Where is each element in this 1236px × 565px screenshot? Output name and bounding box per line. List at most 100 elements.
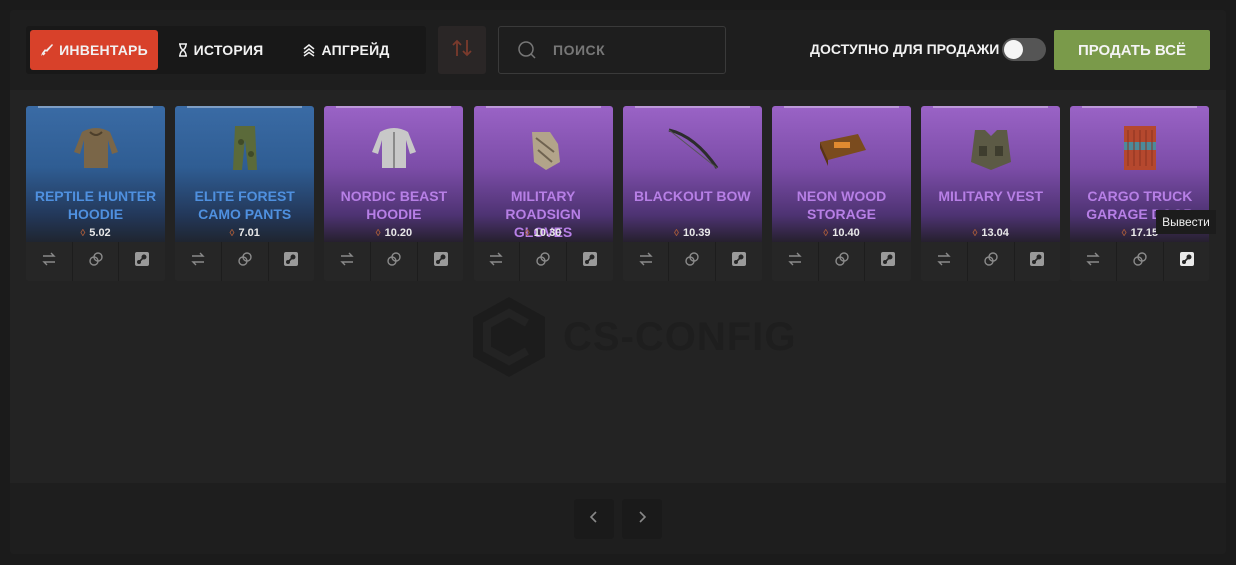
rifle-icon [40, 43, 54, 57]
item-name: MILITARY VEST [938, 188, 1044, 204]
steam-withdraw-icon [1179, 251, 1195, 272]
item-price-value: 10.39 [683, 227, 711, 239]
coin-icon: ◊ [1121, 228, 1127, 239]
withdraw-button[interactable] [567, 242, 613, 281]
upgrade-link-icon [983, 251, 999, 272]
item-price: ◊ 10.40 [772, 227, 911, 239]
withdraw-button[interactable] [865, 242, 911, 281]
exchange-button[interactable] [772, 242, 819, 281]
item-actions [921, 242, 1061, 281]
upgrade-button[interactable] [968, 242, 1015, 281]
item-price-value: 10.40 [832, 227, 860, 239]
chevrons-up-icon [302, 43, 316, 57]
item-card[interactable]: MILITARY ROADSIGN GLOVES ◊ 10.30 [473, 106, 613, 281]
item-card[interactable]: BLACKOUT BOW ◊ 10.39 [622, 106, 762, 281]
tab-inventory[interactable]: ИНВЕНТАРЬ [30, 30, 158, 70]
available-for-sale-label: ДОСТУПНО ДЛЯ ПРОДАЖИ [810, 41, 1000, 57]
exchange-button[interactable] [175, 242, 222, 281]
item-price: ◊ 10.39 [623, 227, 762, 239]
item-image [366, 122, 422, 174]
exchange-button[interactable] [623, 242, 670, 281]
exchange-button[interactable] [1070, 242, 1118, 281]
item-actions [772, 242, 911, 281]
item-price-value: 17.15 [1130, 227, 1159, 239]
search-icon [517, 40, 537, 60]
upgrade-button[interactable] [1117, 242, 1164, 281]
item-actions [324, 242, 464, 281]
tab-history[interactable]: ИСТОРИЯ [164, 30, 276, 70]
withdraw-button[interactable] [269, 242, 315, 281]
exchange-button[interactable] [324, 242, 372, 281]
exchange-icon [638, 252, 654, 271]
exchange-button[interactable] [921, 242, 968, 281]
upgrade-link-icon [535, 251, 551, 272]
item-actions [622, 242, 762, 281]
withdraw-button[interactable] [1015, 242, 1061, 281]
prev-page-button[interactable] [574, 499, 614, 539]
item-card[interactable]: REPTILE HUNTER HOODIE ◊ 5.02 [26, 106, 165, 281]
steam-withdraw-icon [283, 251, 299, 272]
steam-withdraw-icon [1029, 251, 1045, 272]
search-box [498, 26, 726, 74]
upgrade-button[interactable] [669, 242, 717, 281]
item-name: NORDIC BEAST HOODIE [340, 188, 448, 222]
item-image [1112, 122, 1168, 174]
withdraw-button[interactable] [418, 242, 464, 281]
rarity-stripe [336, 106, 452, 108]
upgrade-link-icon [834, 251, 850, 272]
steam-withdraw-icon [880, 251, 896, 272]
upgrade-button[interactable] [371, 242, 418, 281]
item-art: MILITARY ROADSIGN GLOVES ◊ 10.30 [473, 106, 613, 242]
chevron-left-icon [588, 510, 600, 529]
rarity-stripe [187, 106, 303, 108]
rarity-stripe [1082, 106, 1198, 108]
chevron-right-icon [636, 510, 648, 529]
item-actions [175, 242, 315, 281]
item-card[interactable]: MILITARY VEST ◊ 13.04 [921, 106, 1061, 281]
item-image [68, 122, 124, 174]
withdraw-button[interactable] [119, 242, 165, 281]
withdraw-button[interactable] [716, 242, 762, 281]
upgrade-button[interactable] [819, 242, 866, 281]
item-card[interactable]: NORDIC BEAST HOODIE ◊ 10.20 [324, 106, 464, 281]
search-input[interactable] [551, 41, 705, 59]
available-for-sale-toggle[interactable] [1002, 38, 1046, 61]
watermark-text: CS-CONFIG [563, 314, 797, 359]
next-page-button[interactable] [622, 499, 662, 539]
exchange-button[interactable] [474, 242, 521, 281]
pagination-bar [10, 483, 1226, 554]
exchange-icon [339, 252, 355, 271]
rarity-stripe [38, 106, 153, 108]
item-card[interactable]: ELITE FOREST CAMO PANTS ◊ 7.01 [175, 106, 315, 281]
item-card[interactable]: NEON WOOD STORAGE ◊ 10.40 [772, 106, 911, 281]
toolbar: ИНВЕНТАРЬ ИСТОРИЯ АПГРЕЙД ПОИСК ДОСТУПНО… [10, 10, 1226, 90]
sort-button[interactable] [438, 26, 486, 74]
withdraw-button[interactable] [1164, 242, 1210, 281]
coin-icon: ◊ [972, 228, 978, 239]
rarity-stripe [634, 106, 750, 108]
upgrade-button[interactable] [73, 242, 120, 281]
item-price-value: 5.02 [89, 227, 111, 239]
upgrade-link-icon [386, 251, 402, 272]
item-art: NORDIC BEAST HOODIE ◊ 10.20 [324, 106, 464, 242]
steam-withdraw-icon [433, 251, 449, 272]
item-actions [26, 242, 165, 281]
toggle-knob [1004, 40, 1023, 59]
sell-all-button[interactable]: ПРОДАТЬ ВСЁ [1054, 30, 1210, 70]
tab-upgrade[interactable]: АПГРЕЙД [284, 30, 408, 70]
item-name: ELITE FOREST CAMO PANTS [194, 188, 295, 222]
upgrade-button[interactable] [222, 242, 269, 281]
coin-icon: ◊ [375, 228, 381, 239]
item-price: ◊ 7.01 [175, 227, 314, 239]
sort-arrows-icon [451, 38, 473, 63]
tab-inventory-label: ИНВЕНТАРЬ [59, 42, 148, 58]
item-card[interactable]: CARGO TRUCK GARAGE DOOR ◊ 17.15 [1070, 106, 1210, 281]
upgrade-button[interactable] [520, 242, 567, 281]
item-price: ◊ 10.30 [474, 227, 613, 239]
item-art: MILITARY VEST ◊ 13.04 [921, 106, 1061, 242]
upgrade-link-icon [684, 251, 700, 272]
item-price-value: 10.30 [533, 227, 562, 239]
coin-icon: ◊ [524, 228, 530, 239]
exchange-button[interactable] [26, 242, 73, 281]
item-image [963, 122, 1019, 174]
